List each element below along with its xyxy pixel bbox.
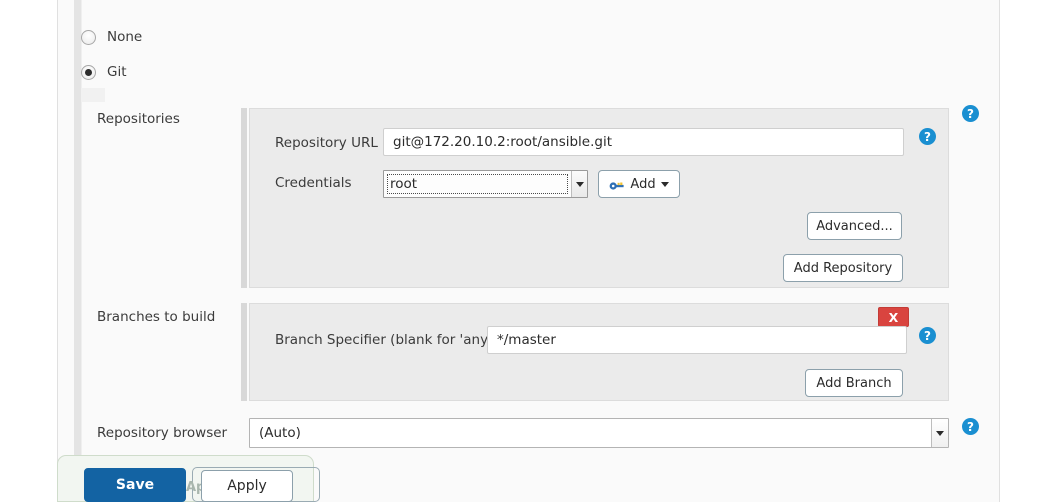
scm-section-rail xyxy=(74,0,81,502)
branch-specifier-input[interactable]: */master xyxy=(487,326,907,354)
scm-option-git[interactable]: Git xyxy=(81,64,127,80)
chevron-down-icon xyxy=(936,430,944,436)
branch-specifier-help-icon[interactable]: ? xyxy=(919,327,936,344)
save-button[interactable]: Save xyxy=(84,468,186,502)
repositories-help-icon[interactable]: ? xyxy=(962,105,979,122)
chevron-down-icon xyxy=(575,181,584,187)
repository-url-label: Repository URL xyxy=(275,135,378,151)
caret-down-icon xyxy=(660,181,669,187)
repository-url-input[interactable]: git@172.20.10.2:root/ansible.git xyxy=(383,128,904,156)
add-credentials-label: Add xyxy=(630,176,656,192)
key-icon xyxy=(609,178,625,191)
apply-button[interactable]: Apply xyxy=(201,470,293,502)
repository-browser-value: (Auto) xyxy=(259,425,301,441)
repository-browser-label: Repository browser xyxy=(97,425,228,441)
repository-url-help-icon[interactable]: ? xyxy=(919,128,936,145)
credentials-label: Credentials xyxy=(275,175,352,191)
add-credentials-button[interactable]: Add xyxy=(598,170,680,198)
radio-git-label: Git xyxy=(107,64,127,80)
delete-branch-button[interactable]: X xyxy=(878,307,909,327)
add-branch-button[interactable]: Add Branch xyxy=(805,369,903,397)
add-repository-button[interactable]: Add Repository xyxy=(783,254,903,282)
credentials-select[interactable]: root xyxy=(383,170,588,198)
repositories-panel-accent xyxy=(241,108,247,288)
radio-none[interactable] xyxy=(81,29,96,45)
screenshot-root: None Git Repositories ? Repository URL g… xyxy=(0,0,1054,502)
credentials-select-arrow[interactable] xyxy=(571,171,587,197)
repository-browser-help-icon[interactable]: ? xyxy=(962,418,979,435)
branches-panel-accent xyxy=(241,303,247,401)
git-selected-band xyxy=(81,88,105,102)
advanced-button[interactable]: Advanced... xyxy=(807,212,902,240)
repository-browser-arrow[interactable] xyxy=(931,419,948,447)
branches-section-label: Branches to build xyxy=(97,309,216,325)
repository-browser-select[interactable]: (Auto) xyxy=(249,418,949,448)
branch-specifier-label: Branch Specifier (blank for 'any') xyxy=(275,332,498,348)
radio-none-label: None xyxy=(107,29,143,45)
radio-git[interactable] xyxy=(81,64,96,80)
scm-option-none[interactable]: None xyxy=(81,29,142,45)
repositories-section-label: Repositories xyxy=(97,111,180,127)
credentials-select-value: root xyxy=(386,173,569,195)
